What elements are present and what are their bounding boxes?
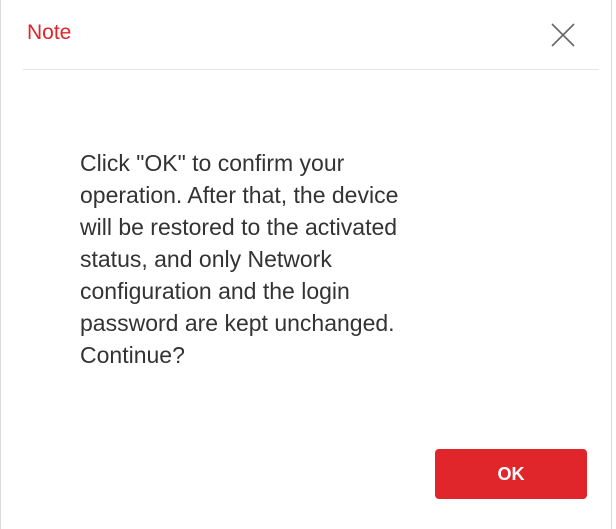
confirm-dialog: Note Click "OK" to confirm your operatio…	[0, 0, 612, 529]
header-divider	[23, 69, 599, 70]
close-button[interactable]	[546, 18, 580, 52]
dialog-header: Note	[1, 0, 611, 70]
close-icon	[551, 23, 575, 47]
dialog-message: Click "OK" to confirm your operation. Af…	[80, 150, 399, 368]
ok-button[interactable]: OK	[435, 449, 587, 499]
dialog-title: Note	[27, 21, 72, 44]
